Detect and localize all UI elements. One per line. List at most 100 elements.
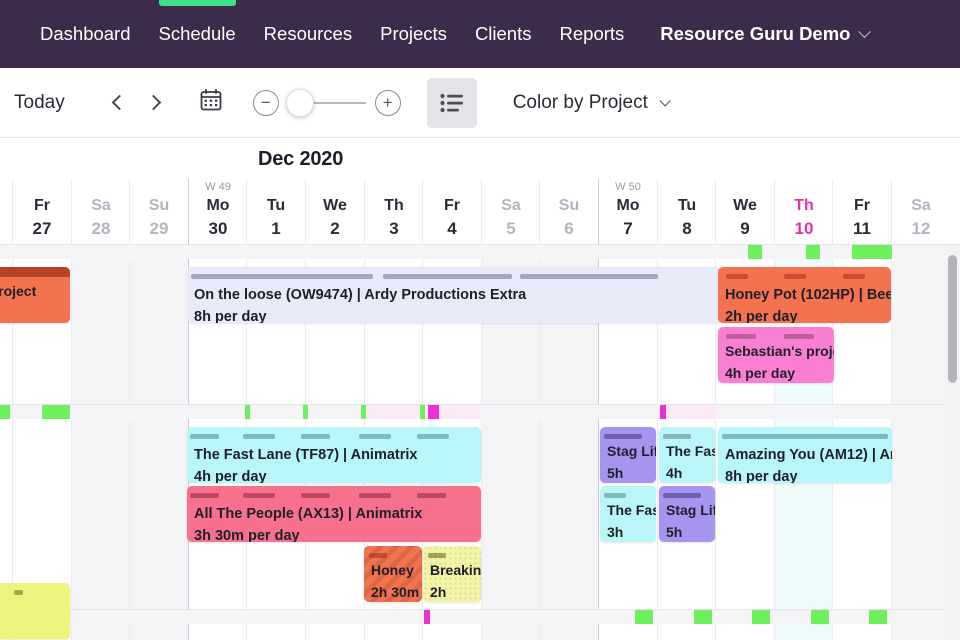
availability-chip[interactable]: [811, 610, 829, 624]
day-of-week-label: Fr: [34, 197, 50, 214]
availability-chip[interactable]: [869, 610, 887, 624]
overbooked-chip[interactable]: [424, 610, 430, 624]
day-of-week-label: Mo: [616, 197, 640, 214]
account-menu[interactable]: Resource Guru Demo: [638, 0, 883, 68]
booking-block[interactable]: Amazing You (AM12) | An 8h per day: [718, 427, 892, 483]
next-period-button[interactable]: [137, 86, 171, 120]
grid-day-column[interactable]: [71, 245, 130, 640]
availability-chip[interactable]: [303, 405, 308, 419]
booking-title: The Fast Lane (TF87) | Animatrix: [194, 447, 418, 463]
list-view-toggle-button[interactable]: [426, 77, 477, 128]
day-of-week-label: We: [733, 197, 757, 214]
date-header-cell[interactable]: Sa 12: [891, 179, 950, 245]
booking-day-tick: [359, 493, 391, 498]
day-number-label: 30: [208, 219, 228, 238]
date-header-cell[interactable]: Sa 28: [71, 179, 130, 245]
date-header-cell[interactable]: Th 10: [774, 179, 833, 245]
nav-item-label: Projects: [380, 23, 447, 44]
availability-chip[interactable]: [0, 405, 10, 419]
nav-item-dashboard[interactable]: Dashboard: [26, 0, 145, 68]
day-number-label: 8: [682, 219, 692, 238]
schedule-grid: rty Project day On the loose (OW9474) | A…: [0, 245, 960, 640]
availability-chip[interactable]: [806, 245, 820, 259]
booking-title: Breakin: [430, 562, 481, 578]
availability-chip[interactable]: [245, 405, 250, 419]
availability-chip[interactable]: [361, 405, 366, 419]
date-header-cell[interactable]: Th 3: [364, 179, 423, 245]
month-label: Dec 2020: [258, 148, 344, 170]
booking-block[interactable]: Breakin 2h: [423, 546, 481, 602]
booking-block[interactable]: On the loose (OW9474) | Ardy Productions…: [187, 267, 721, 323]
calendar-picker-button[interactable]: [199, 88, 223, 117]
grid-day-column[interactable]: [129, 245, 188, 640]
today-button[interactable]: Today: [14, 92, 65, 114]
booking-duration: 2h 30m: [371, 584, 420, 600]
nav-item-schedule[interactable]: Schedule: [145, 0, 250, 68]
availability-chip[interactable]: [42, 405, 70, 419]
nav-item-resources[interactable]: Resources: [250, 0, 366, 68]
availability-lane: [0, 245, 945, 259]
date-header-cell[interactable]: We 2: [305, 179, 364, 245]
booking-block[interactable]: Honey 2h 30m: [364, 546, 422, 602]
date-header-cell[interactable]: W 49 Mo 30: [188, 179, 247, 245]
date-header-cell[interactable]: Su 29: [129, 179, 188, 245]
nav-item-reports[interactable]: Reports: [546, 0, 639, 68]
vertical-scrollbar-track[interactable]: [945, 245, 960, 640]
date-header-cell[interactable]: W 50 Mo 7: [598, 179, 657, 245]
nav-item-clients[interactable]: Clients: [461, 0, 546, 68]
booking-day-tick: [383, 274, 512, 279]
overbooked-chip[interactable]: [660, 405, 666, 419]
availability-chip[interactable]: [852, 245, 892, 259]
grid-day-column[interactable]: [891, 245, 950, 640]
booking-block[interactable]: [0, 583, 70, 639]
availability-chip[interactable]: [694, 610, 712, 624]
availability-chip[interactable]: [635, 610, 653, 624]
color-by-dropdown[interactable]: Color by Project: [513, 92, 671, 114]
availability-chip[interactable]: [420, 405, 425, 419]
zoom-out-button[interactable]: −: [252, 89, 279, 116]
date-header-cell[interactable]: Tu 1: [246, 179, 305, 245]
booking-duration: 3h: [607, 524, 624, 540]
previous-period-button[interactable]: [103, 86, 137, 120]
booking-block[interactable]: All The People (AX13) | Animatrix 3h 30m …: [187, 486, 481, 542]
booking-block[interactable]: Stag Lif 5h: [600, 427, 656, 483]
availability-chip[interactable]: [752, 610, 770, 624]
booking-block[interactable]: Honey Pot (102HP) | Bee 2h per day: [718, 267, 891, 323]
zoom-slider[interactable]: [285, 88, 368, 117]
booking-block[interactable]: The Fas 3h: [600, 486, 656, 542]
booking-title: Stag Lif: [607, 443, 656, 459]
day-number-label: 27: [32, 219, 52, 238]
booking-block[interactable]: The Fast Lane (TF87) | Animatrix 4h per d…: [187, 427, 481, 483]
zoom-slider-handle[interactable]: [285, 88, 314, 117]
date-header-cell[interactable]: Su 6: [539, 179, 598, 245]
date-header-cell[interactable]: We 9: [715, 179, 774, 245]
booking-duration: 8h per day: [725, 469, 798, 483]
booking-day-tick: [243, 434, 275, 439]
booking-duration: 3h 30m per day: [194, 528, 300, 542]
vertical-scrollbar-thumb[interactable]: [948, 255, 957, 383]
booking-block[interactable]: The Fas 4h: [659, 427, 715, 483]
day-of-week-label: Tu: [677, 197, 697, 214]
nav-item-projects[interactable]: Projects: [366, 0, 461, 68]
booking-day-tick: [726, 334, 756, 339]
booking-day-tick: [417, 493, 446, 498]
week-number-label: W 50: [615, 181, 641, 193]
overbooked-chip[interactable]: [428, 405, 439, 419]
booking-block[interactable]: Stag Lif 5h: [659, 486, 715, 542]
booking-day-tick: [604, 434, 642, 439]
date-header-cell[interactable]: Fr 11: [832, 179, 891, 245]
date-header-cell[interactable]: Tu 8: [657, 179, 716, 245]
booking-day-tick: [428, 553, 446, 558]
date-header-cell[interactable]: Fr 27: [12, 179, 71, 245]
schedule-toolbar: Today − + Color by Project: [0, 68, 960, 138]
date-header-cell[interactable]: Sa 5: [481, 179, 540, 245]
booking-block[interactable]: rty Project day: [0, 267, 70, 323]
booking-title: Sebastian's proje: [725, 343, 834, 359]
zoom-in-button[interactable]: +: [374, 89, 401, 116]
booking-block[interactable]: Sebastian's proje 4h per day: [718, 327, 834, 383]
availability-chip[interactable]: [748, 245, 762, 259]
booking-day-tick: [243, 493, 275, 498]
date-header-cell[interactable]: Fr 4: [422, 179, 481, 245]
month-header: Dec 2020: [0, 139, 960, 179]
booking-day-tick: [722, 434, 888, 439]
